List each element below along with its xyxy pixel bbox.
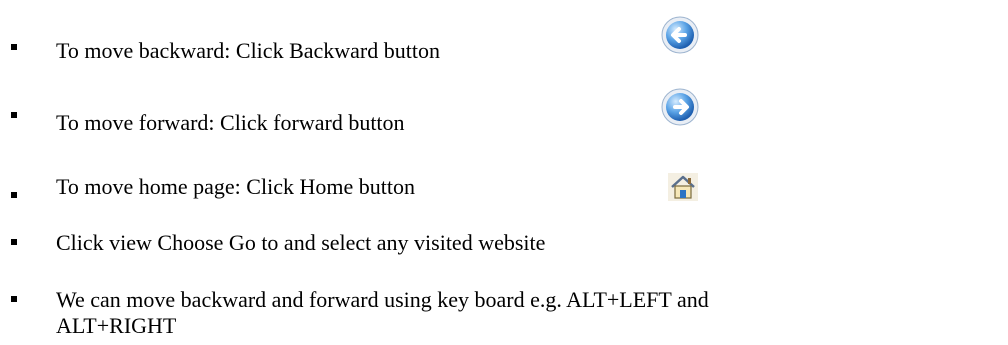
bullet-text: To move backward: Click Backward button <box>56 38 440 63</box>
back-arrow-icon <box>661 16 699 54</box>
bullet-text: Click view Choose Go to and select any v… <box>56 230 546 255</box>
bullet-marker <box>11 112 17 118</box>
bullet-text: To move forward: Click forward button <box>56 110 405 135</box>
bullet-marker <box>11 239 17 245</box>
bullet-marker <box>11 44 17 50</box>
home-icon <box>668 173 698 201</box>
bullet-marker <box>11 296 17 302</box>
forward-arrow-icon <box>661 88 699 126</box>
bullet-text: ALT+RIGHT <box>56 313 177 338</box>
bullet-text: We can move backward and forward using k… <box>56 287 709 312</box>
bullet-marker <box>11 192 17 198</box>
bullet-text: To move home page: Click Home button <box>56 174 415 199</box>
